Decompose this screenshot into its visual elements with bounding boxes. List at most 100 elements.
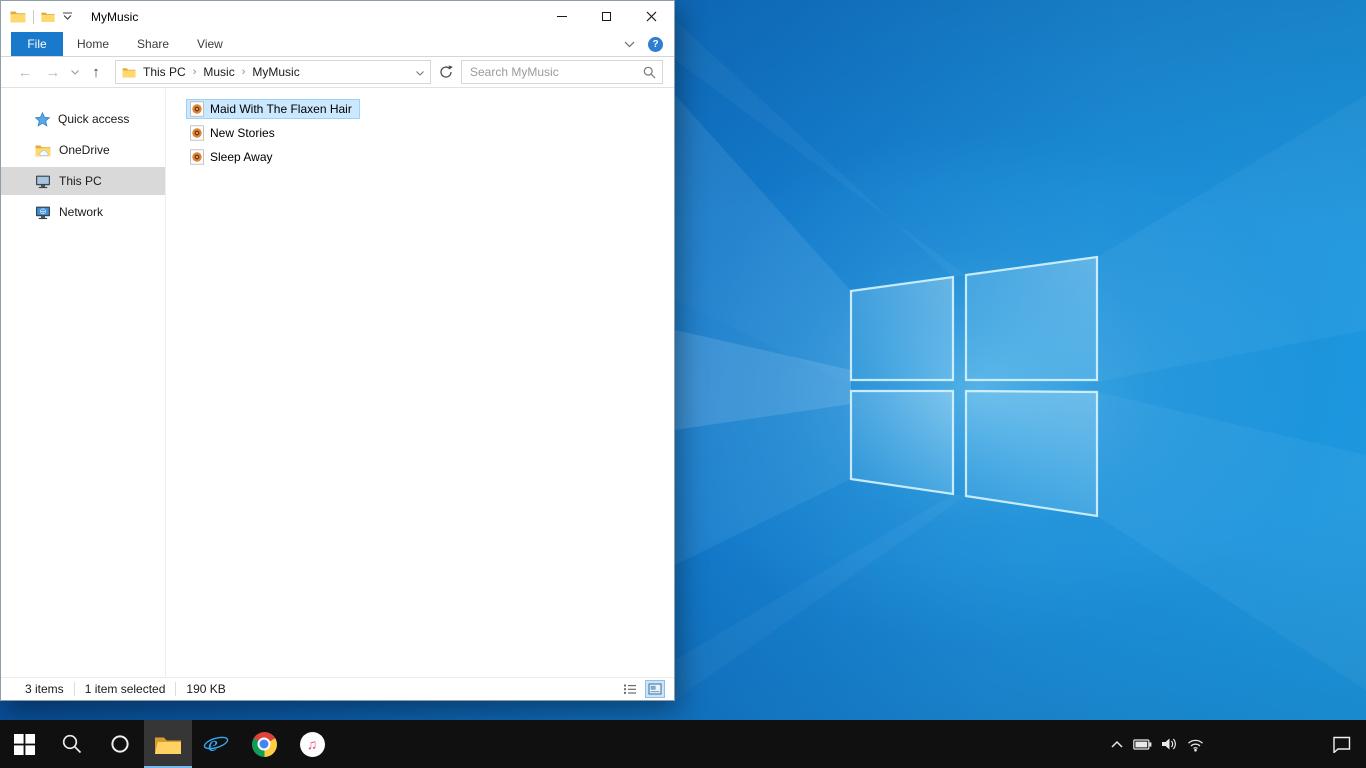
taskbar-file-explorer-button[interactable] [144,720,192,768]
breadcrumb-separator: › [192,66,197,78]
taskbar-chrome-button[interactable] [240,720,288,768]
details-view-button[interactable] [620,680,640,698]
window-controls [539,1,674,31]
address-bar[interactable]: This PC › Music › MyMusic [115,60,431,84]
music-file-icon [190,149,204,165]
quick-access-toolbar [1,9,73,24]
back-button[interactable]: ← [11,59,39,85]
file-explorer-window: MyMusic File Home Share View ? ← → ↑ Thi… [0,0,675,701]
onedrive-folder-icon [35,145,51,156]
sidebar-item-quick-access[interactable]: Quick access [1,105,165,133]
file-explorer-icon [155,737,181,754]
help-icon[interactable]: ? [648,36,663,52]
address-dropdown-button[interactable] [416,63,424,81]
tab-share[interactable]: Share [123,32,183,56]
file-item[interactable]: Sleep Away [186,147,281,167]
file-item[interactable]: New Stories [186,123,283,143]
file-name: Sleep Away [210,150,273,164]
status-item-count: 3 items [25,682,64,696]
file-name: New Stories [210,126,275,140]
battery-icon [1133,738,1152,750]
hidden-icons-chevron-icon [1111,740,1123,748]
file-row: Sleep Away [186,147,674,170]
taskbar-search-button[interactable] [48,720,96,768]
large-icons-view-icon [648,683,662,695]
music-file-icon [190,125,204,141]
taskbar-itunes-button[interactable]: ♫ [288,720,336,768]
forward-button[interactable]: → [39,59,67,85]
breadcrumb-music[interactable]: Music [199,65,238,79]
view-toggle-buttons [620,680,674,698]
qat-new-folder-icon[interactable] [41,11,55,23]
ribbon-right-controls: ? [624,32,674,56]
search-box[interactable] [461,60,663,84]
maximize-icon [602,11,611,21]
tab-file[interactable]: File [11,32,63,56]
minimize-icon [556,15,567,17]
status-separator [175,682,177,696]
sidebar-item-label: OneDrive [59,143,110,157]
sidebar-item-onedrive[interactable]: OneDrive [1,136,165,164]
file-list: Maid With The Flaxen Hair New Stories Sl… [166,89,674,677]
system-tray [1110,720,1204,768]
sidebar-item-label: Network [59,205,104,219]
cortana-icon [111,735,129,753]
screen: MyMusic File Home Share View ? ← → ↑ Thi… [0,0,1366,768]
toolbar-separator [33,9,34,24]
close-button[interactable] [629,1,674,31]
search-input[interactable] [470,65,643,79]
tab-home[interactable]: Home [63,32,123,56]
recent-locations-chevron-icon [71,69,79,75]
sidebar-item-this-pc[interactable]: This PC [1,167,165,195]
titlebar[interactable]: MyMusic [1,1,674,32]
file-name: Maid With The Flaxen Hair [210,102,352,116]
recent-locations-button[interactable] [67,59,83,85]
refresh-icon [440,65,453,78]
large-icons-view-button[interactable] [645,680,665,698]
battery-indicator[interactable] [1133,737,1152,752]
ribbon-tabs: File Home Share View ? [1,32,674,57]
status-bar: 3 items 1 item selected 190 KB [1,677,674,700]
navigation-pane: Quick access OneDrive This PC Network [1,89,166,677]
sidebar-item-network[interactable]: Network [1,198,165,226]
window-title: MyMusic [91,9,139,24]
taskbar-search-icon [62,734,82,754]
wifi-icon [1188,739,1203,751]
file-row: New Stories [186,123,674,146]
music-file-icon [190,101,204,117]
qat-customize-chevron-icon[interactable] [62,12,73,21]
taskbar-internet-explorer-button[interactable]: e [192,720,240,768]
cortana-button[interactable] [96,720,144,768]
sidebar-item-label: This PC [59,174,102,188]
address-bar-row: ← → ↑ This PC › Music › MyMusic [1,57,674,88]
breadcrumb-this-pc[interactable]: This PC [139,65,190,79]
status-size: 190 KB [186,682,226,696]
action-center-icon [1332,736,1350,753]
quick-access-star-icon [35,111,50,127]
status-selection: 1 item selected [84,682,166,696]
file-item-selected[interactable]: Maid With The Flaxen Hair [186,99,360,119]
start-icon [13,733,35,755]
window-body: Quick access OneDrive This PC Network Ma… [1,89,674,677]
taskbar: e ♫ [0,720,1366,768]
itunes-icon: ♫ [299,731,325,757]
maximize-button[interactable] [584,1,629,31]
action-center-button[interactable] [1320,720,1362,768]
tab-view[interactable]: View [183,32,237,56]
volume-indicator[interactable] [1161,736,1178,752]
breadcrumb-mymusic[interactable]: MyMusic [248,65,303,79]
start-button[interactable] [0,720,48,768]
refresh-button[interactable] [435,60,457,84]
up-button[interactable]: ↑ [83,59,109,85]
this-pc-icon [36,175,50,188]
hidden-icons-button[interactable] [1110,739,1124,749]
network-icon [36,206,50,219]
network-indicator[interactable] [1187,737,1204,752]
sidebar-item-label: Quick access [58,112,130,126]
ribbon-collapse-chevron-icon[interactable] [624,41,635,48]
minimize-button[interactable] [539,1,584,31]
close-icon [646,11,657,21]
details-view-icon [624,684,636,694]
search-icon [643,66,656,78]
svg-text:e: e [208,731,218,756]
